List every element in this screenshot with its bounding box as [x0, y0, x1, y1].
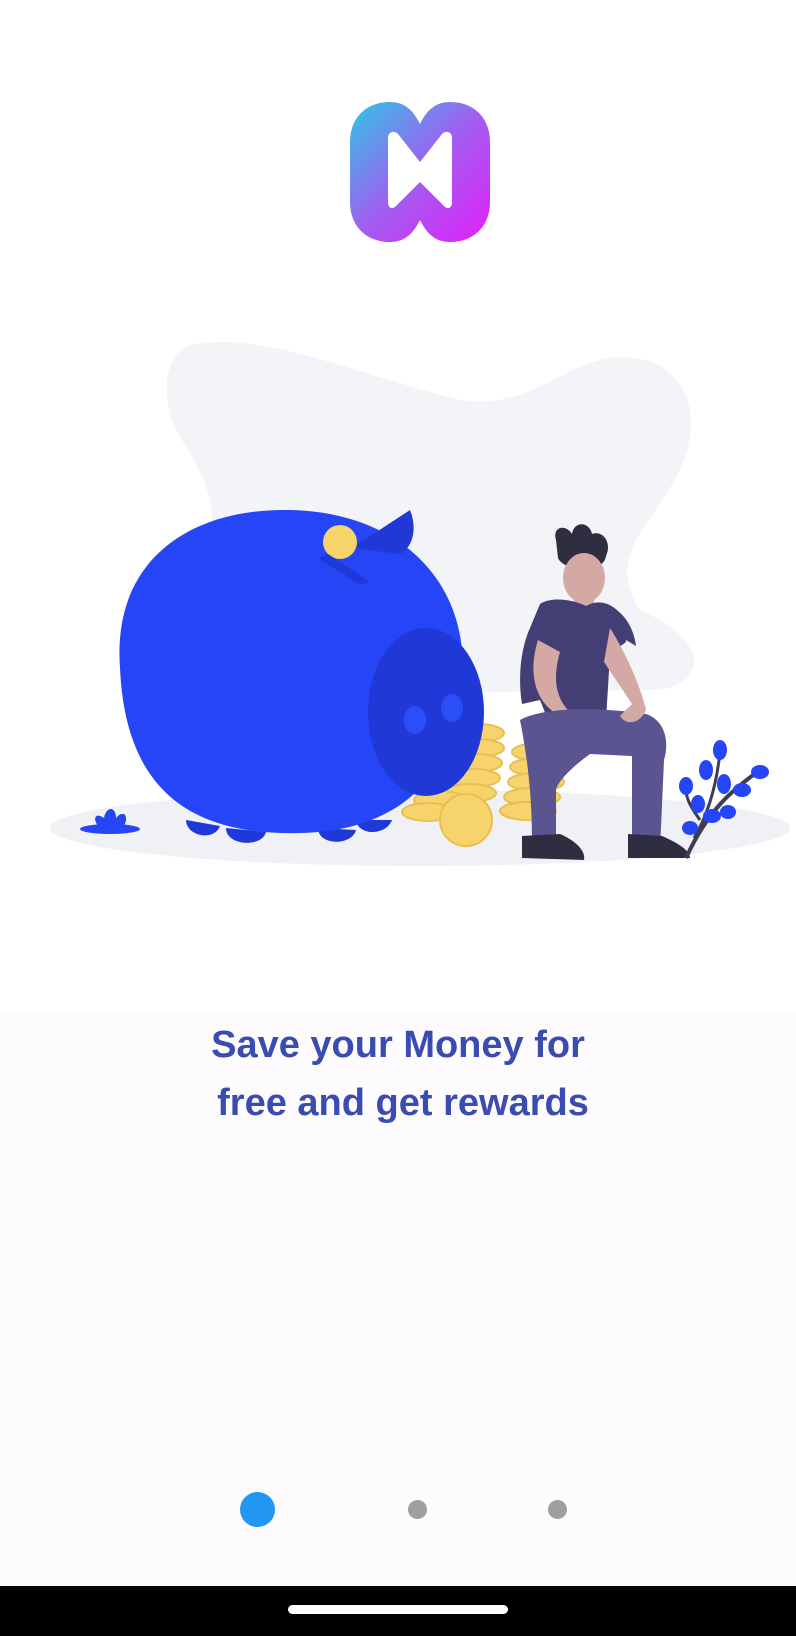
app-logo-icon [350, 102, 490, 242]
headline-line-1: Save your Money for [211, 1024, 585, 1066]
piggy-bank-savings-illustration [50, 342, 790, 866]
home-indicator-handle[interactable] [288, 1605, 508, 1614]
onboarding-hero-area [0, 0, 796, 1012]
onboarding-screen: Save your Money for free and get rewards [0, 0, 796, 1586]
onboarding-headline: Save your Money for free and get rewards [0, 1016, 796, 1132]
page-indicator-dot-3[interactable] [548, 1500, 567, 1519]
coin-icon [439, 793, 493, 847]
page-indicator-dot-1-active[interactable] [240, 1492, 275, 1527]
headline-line-2: free and get rewards [217, 1082, 589, 1124]
page-indicator-dot-2[interactable] [408, 1500, 427, 1519]
